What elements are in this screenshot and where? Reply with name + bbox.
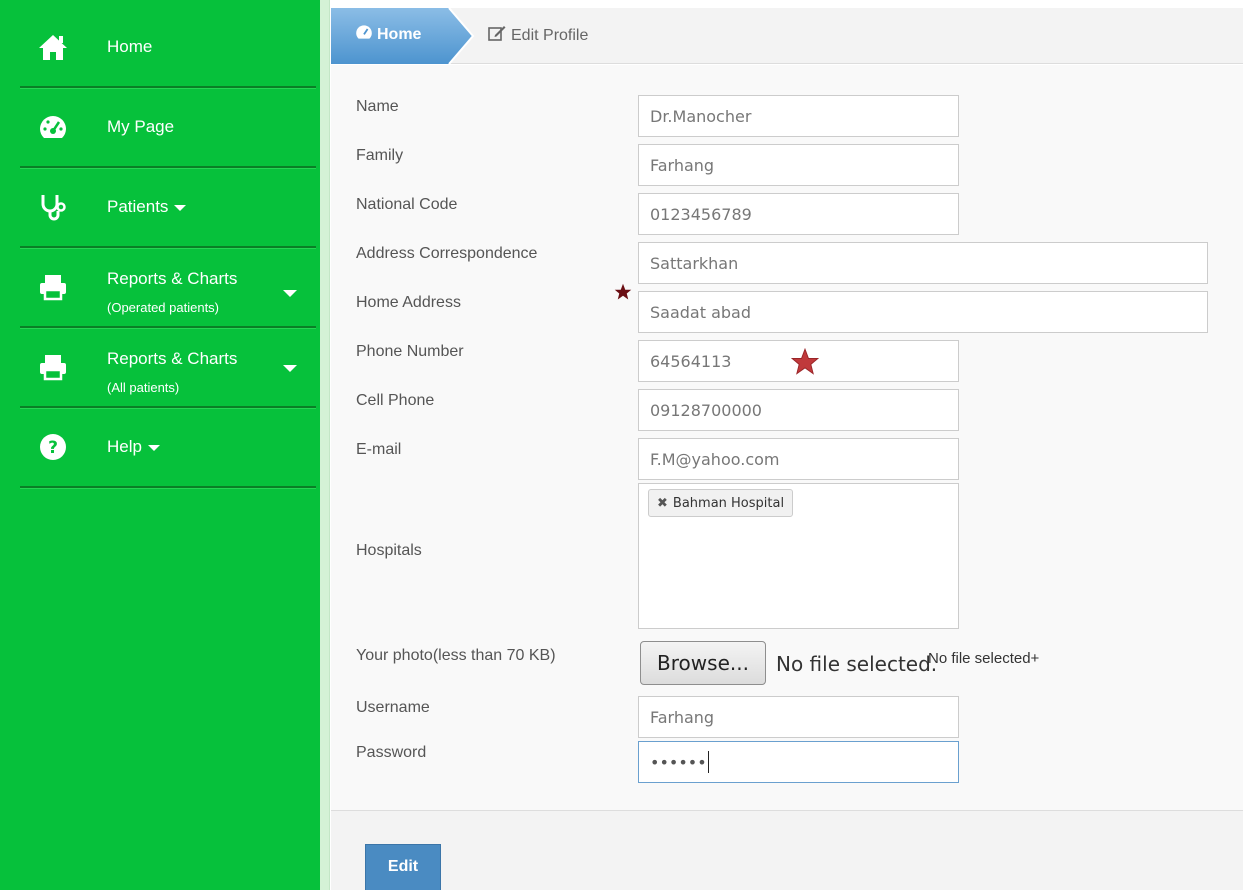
edit-button[interactable]: Edit [365, 844, 441, 890]
sidebar-item-reports-all[interactable]: Reports & Charts (All patients) [20, 328, 316, 408]
hospitals-label: Hospitals [356, 542, 422, 559]
printer-icon [38, 272, 68, 302]
address-correspondence-label: Address Correspondence [356, 245, 538, 262]
sidebar-item-label: Reports & Charts [107, 349, 238, 368]
dashboard-icon [355, 24, 373, 45]
breadcrumb: Home Edit Profile [331, 8, 1243, 64]
breadcrumb-current-label: Edit Profile [511, 26, 589, 44]
dashboard-icon [38, 112, 68, 142]
sidebar-item-label: Reports & Charts [107, 269, 238, 288]
sidebar-item-sublabel: (Operated patients) [107, 300, 220, 315]
phone-number-label: Phone Number [356, 343, 464, 360]
cell-phone-label: Cell Phone [356, 392, 435, 409]
national-code-field[interactable]: 0123456789 [638, 193, 959, 235]
home-icon [38, 32, 68, 62]
breadcrumb-home-content: Home [355, 24, 421, 45]
sidebar-item-help[interactable]: ? Help [20, 408, 316, 488]
form-footer [331, 810, 1243, 890]
name-field[interactable]: Dr.Manocher [638, 95, 959, 137]
email-label: E-mail [356, 441, 402, 458]
stethoscope-icon [38, 192, 68, 222]
chevron-down-icon [283, 290, 297, 297]
national-code-label: National Code [356, 196, 458, 213]
address-correspondence-field[interactable]: Sattarkhan [638, 242, 1208, 284]
sidebar-item-home[interactable]: Home [20, 8, 316, 88]
file-status-extra: No file selected+ [928, 650, 1040, 667]
password-field[interactable]: •••••• [638, 741, 959, 783]
browse-button[interactable]: Browse... [640, 641, 766, 685]
password-dots: •••••• [650, 752, 707, 772]
sidebar-item-patients[interactable]: Patients [20, 168, 316, 248]
breadcrumb-current: Edit Profile [488, 25, 588, 46]
username-field[interactable]: Farhang [638, 696, 959, 738]
breadcrumb-home[interactable]: Home [331, 8, 475, 64]
family-label: Family [356, 147, 404, 164]
sidebar-item-label: Help [107, 437, 142, 456]
name-label: Name [356, 98, 399, 115]
required-star-icon [791, 348, 819, 375]
chevron-down-icon [174, 204, 187, 211]
svg-text:?: ? [48, 438, 58, 458]
breadcrumb-home-label: Home [377, 25, 422, 43]
printer-icon [38, 352, 68, 382]
password-label: Password [356, 744, 427, 761]
required-star-icon [614, 283, 632, 300]
edit-icon [488, 25, 506, 46]
username-label: Username [356, 699, 430, 716]
sidebar-item-sublabel: (All patients) [107, 380, 180, 395]
email-field[interactable]: F.M@yahoo.com [638, 438, 959, 480]
chevron-down-icon [283, 365, 297, 372]
cell-phone-field[interactable]: 09128700000 [638, 389, 959, 431]
hospital-tag[interactable]: ✖ Bahman Hospital [648, 489, 794, 517]
sidebar-item-label-wrap: Help [107, 437, 160, 457]
sidebar-item-label: Home [107, 37, 153, 56]
photo-label: Your photo(less than 70 KB) [356, 647, 556, 664]
family-field[interactable]: Farhang [638, 144, 959, 186]
sidebar: Home My Page Patients Reports & Charts (… [0, 0, 320, 890]
sidebar-item-label: Patients [107, 197, 169, 216]
home-address-label: Home Address [356, 294, 461, 311]
sidebar-item-reports-operated[interactable]: Reports & Charts (Operated patients) [20, 248, 316, 328]
hospitals-select[interactable]: ✖ Bahman Hospital [638, 483, 959, 629]
close-icon[interactable]: ✖ [657, 496, 668, 511]
text-cursor [707, 751, 709, 773]
home-address-field[interactable]: Saadat abad [638, 291, 1208, 333]
chevron-down-icon [147, 444, 160, 451]
hospital-tag-label: Bahman Hospital [672, 495, 785, 511]
question-icon: ? [38, 432, 68, 462]
file-status: No file selected. [776, 652, 938, 676]
sidebar-divider [320, 0, 330, 890]
sidebar-item-my-page[interactable]: My Page [20, 88, 316, 168]
sidebar-item-label: My Page [107, 117, 175, 136]
sidebar-item-label-wrap: Patients [107, 197, 187, 217]
